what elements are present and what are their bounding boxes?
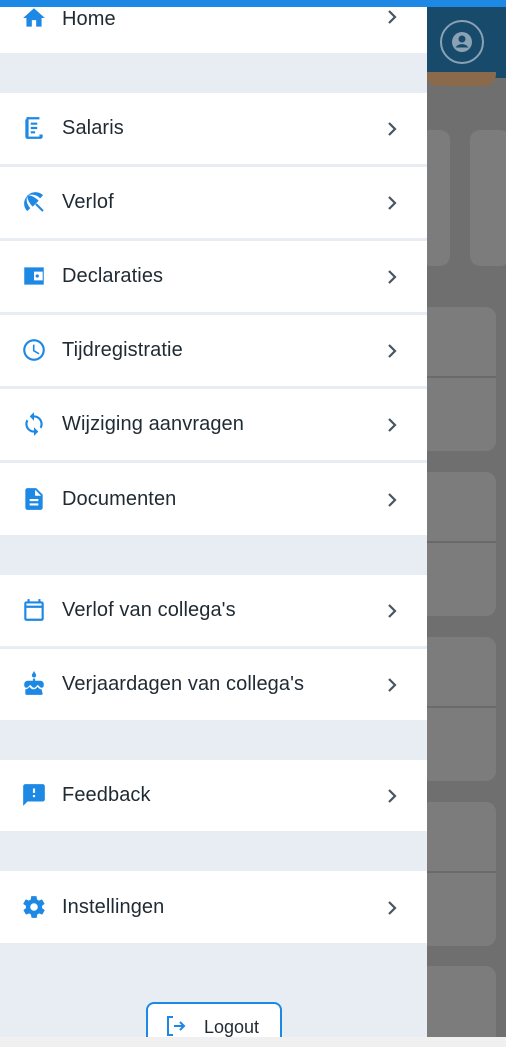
chevron-right-icon xyxy=(383,342,401,360)
menu-item-label: Verjaardagen van collega's xyxy=(62,673,305,695)
background-divider xyxy=(427,871,496,873)
menu-item-verjaardagen-van-collegas[interactable]: Verjaardagen van collega's xyxy=(0,649,427,720)
background-divider xyxy=(427,376,496,378)
background-card xyxy=(420,802,496,946)
menu-item-feedback[interactable]: Feedback xyxy=(0,760,427,831)
wallet-icon xyxy=(20,262,48,290)
feedback-icon xyxy=(20,781,48,809)
avatar[interactable] xyxy=(440,20,484,64)
menu-item-wijziging-aanvragen[interactable]: Wijziging aanvragen xyxy=(0,389,427,460)
menu-item-label: Documenten xyxy=(62,488,177,510)
chevron-right-icon xyxy=(383,899,401,917)
background-divider xyxy=(427,706,496,708)
document-icon xyxy=(20,485,48,513)
menu-item-label: Home xyxy=(62,8,116,30)
background-header-accent xyxy=(426,72,496,86)
background-divider xyxy=(427,541,496,543)
user-icon xyxy=(452,32,472,52)
beach-umbrella-icon xyxy=(20,188,48,216)
chevron-right-icon xyxy=(383,120,401,138)
menu-item-verlof-van-collegas[interactable]: Verlof van collega's xyxy=(0,575,427,646)
background-card xyxy=(420,966,496,1037)
sync-icon xyxy=(20,410,48,438)
background-card xyxy=(420,637,496,781)
menu-item-label: Tijdregistratie xyxy=(62,339,183,361)
menu-item-label: Instellingen xyxy=(62,896,165,918)
logout-icon xyxy=(164,1014,188,1038)
chevron-right-icon xyxy=(383,491,401,509)
menu-item-label: Wijziging aanvragen xyxy=(62,413,244,435)
menu-item-verlof[interactable]: Verlof xyxy=(0,167,427,238)
logout-label: Logout xyxy=(204,1017,260,1037)
menu-item-documenten[interactable]: Documenten xyxy=(0,463,427,535)
bottom-edge xyxy=(0,1037,427,1047)
menu-item-label: Verlof van collega's xyxy=(62,599,236,621)
menu-item-home[interactable]: Home xyxy=(0,0,427,53)
background-card xyxy=(420,472,496,616)
receipt-icon xyxy=(20,114,48,142)
chevron-right-icon xyxy=(383,602,401,620)
menu-item-salaris[interactable]: Salaris xyxy=(0,93,427,164)
status-accent-bar xyxy=(0,0,506,7)
menu-item-declaraties[interactable]: Declaraties xyxy=(0,241,427,312)
menu-item-tijdregistratie[interactable]: Tijdregistratie xyxy=(0,315,427,386)
menu-item-label: Verlof xyxy=(62,191,114,213)
chevron-right-icon xyxy=(383,8,401,26)
background-card xyxy=(420,307,496,451)
chevron-right-icon xyxy=(383,787,401,805)
cake-icon xyxy=(20,670,48,698)
chevron-right-icon xyxy=(383,676,401,694)
gear-icon xyxy=(20,893,48,921)
menu-item-label: Feedback xyxy=(62,784,151,806)
menu-item-label: Salaris xyxy=(62,117,124,139)
home-icon xyxy=(20,4,48,32)
chevron-right-icon xyxy=(383,194,401,212)
navigation-drawer: Home Salaris Verlof Declaraties Tijdregi… xyxy=(0,0,427,1037)
chevron-right-icon xyxy=(383,268,401,286)
chevron-right-icon xyxy=(383,416,401,434)
background-card xyxy=(470,130,506,266)
calendar-icon xyxy=(20,596,48,624)
clock-icon xyxy=(20,336,48,364)
menu-item-label: Declaraties xyxy=(62,265,164,287)
menu-item-instellingen[interactable]: Instellingen xyxy=(0,871,427,943)
